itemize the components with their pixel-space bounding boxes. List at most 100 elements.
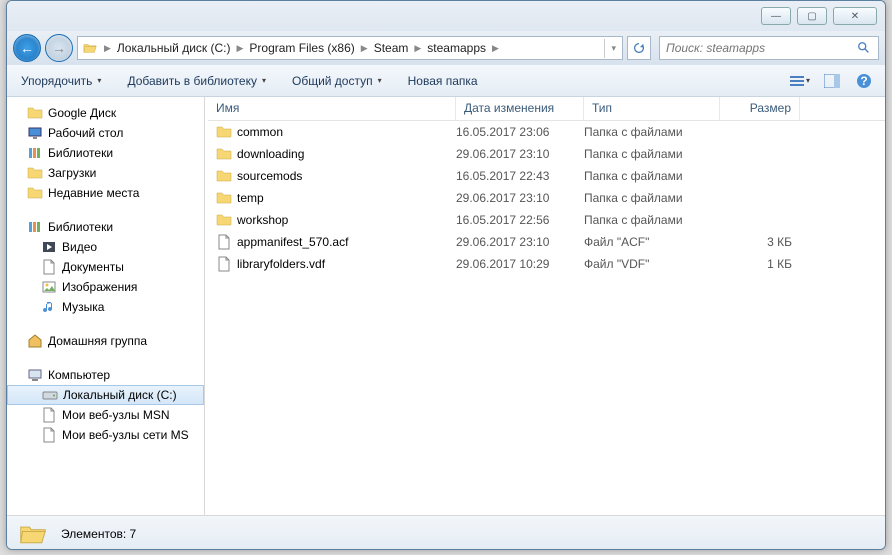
view-button[interactable]	[787, 70, 813, 92]
nav-libraries-header[interactable]: Библиотеки	[7, 217, 204, 237]
gdrive-icon	[27, 105, 43, 121]
file-name: temp	[237, 191, 264, 205]
history-dropdown[interactable]: ▾	[604, 39, 622, 58]
nav-label: Изображения	[62, 280, 137, 294]
back-button[interactable]: ←	[13, 34, 41, 62]
file-row[interactable]: workshop 16.05.2017 22:56 Папка с файлам…	[208, 209, 885, 231]
help-button[interactable]	[851, 70, 877, 92]
refresh-button[interactable]	[627, 36, 651, 60]
nav-item[interactable]: Изображения	[7, 277, 204, 297]
recent-icon	[27, 185, 43, 201]
file-name: appmanifest_570.acf	[237, 235, 348, 249]
item-count-label: Элементов: 7	[61, 527, 136, 541]
nav-label: Музыка	[62, 300, 104, 314]
minimize-button[interactable]: —	[761, 7, 791, 25]
file-row[interactable]: temp 29.06.2017 23:10 Папка с файлами	[208, 187, 885, 209]
add-to-library-button[interactable]: Добавить в библиотеку	[121, 71, 272, 91]
column-type[interactable]: Тип	[584, 97, 720, 120]
nav-item[interactable]: Мои веб-узлы сети MS	[7, 425, 204, 445]
nav-item[interactable]: Локальный диск (C:)	[7, 385, 204, 405]
folder-icon	[216, 212, 232, 228]
file-type: Папка с файлами	[584, 147, 720, 161]
file-row[interactable]: appmanifest_570.acf 29.06.2017 23:10 Фай…	[208, 231, 885, 253]
new-folder-button[interactable]: Новая папка	[402, 71, 484, 91]
address-bar[interactable]: ▶ Локальный диск (C:) ▶ Program Files (x…	[77, 36, 623, 60]
breadcrumb-item[interactable]: steamapps	[423, 41, 490, 55]
maximize-button[interactable]: ▢	[797, 7, 827, 25]
toolbar: Упорядочить Добавить в библиотеку Общий …	[7, 65, 885, 97]
video-icon	[41, 239, 57, 255]
breadcrumb-item[interactable]: Локальный диск (C:)	[113, 41, 235, 55]
nav-label: Недавние места	[48, 186, 139, 200]
nav-item[interactable]: Музыка	[7, 297, 204, 317]
column-size[interactable]: Размер	[720, 97, 800, 120]
library-icon	[27, 145, 43, 161]
nav-label: Локальный диск (C:)	[63, 388, 177, 402]
nav-item[interactable]: Недавние места	[7, 183, 204, 203]
nav-item[interactable]: Google Диск	[7, 103, 204, 123]
file-row[interactable]: downloading 29.06.2017 23:10 Папка с фай…	[208, 143, 885, 165]
nav-label: Мои веб-узлы сети MS	[62, 428, 189, 442]
file-icon	[216, 234, 232, 250]
nav-label: Загрузки	[48, 166, 96, 180]
nav-homegroup[interactable]: Домашняя группа	[7, 331, 204, 351]
file-type: Папка с файлами	[584, 191, 720, 205]
page-icon	[41, 407, 57, 423]
close-button[interactable]: ✕	[833, 7, 877, 25]
search-input[interactable]	[666, 41, 856, 55]
nav-item[interactable]: Видео	[7, 237, 204, 257]
chevron-right-icon[interactable]: ▶	[234, 43, 245, 54]
nav-item[interactable]: Мои веб-узлы MSN	[7, 405, 204, 425]
nav-item[interactable]: Библиотеки	[7, 143, 204, 163]
file-row[interactable]: common 16.05.2017 23:06 Папка с файлами	[208, 121, 885, 143]
file-date: 16.05.2017 22:43	[456, 169, 584, 183]
file-size: 1 КБ	[720, 257, 800, 271]
column-name[interactable]: Имя	[208, 97, 456, 120]
nav-item[interactable]: Рабочий стол	[7, 123, 204, 143]
file-name: workshop	[237, 213, 288, 227]
forward-button[interactable]: →	[45, 34, 73, 62]
music-icon	[41, 299, 57, 315]
downloads-icon	[27, 165, 43, 181]
nav-label: Домашняя группа	[48, 334, 147, 348]
file-date: 29.06.2017 23:10	[456, 191, 584, 205]
breadcrumb-item[interactable]: Steam	[370, 41, 413, 55]
nav-item[interactable]: Документы	[7, 257, 204, 277]
chevron-right-icon[interactable]: ▶	[359, 43, 370, 54]
image-icon	[41, 279, 57, 295]
breadcrumb-item[interactable]: Program Files (x86)	[245, 41, 358, 55]
column-headers: Имя Дата изменения Тип Размер	[208, 97, 885, 121]
nav-label: Мои веб-узлы MSN	[62, 408, 169, 422]
desktop-icon	[27, 125, 43, 141]
computer-icon	[27, 367, 43, 383]
preview-pane-button[interactable]	[819, 70, 845, 92]
file-type: Папка с файлами	[584, 169, 720, 183]
organize-button[interactable]: Упорядочить	[15, 71, 107, 91]
file-date: 16.05.2017 23:06	[456, 125, 584, 139]
file-row[interactable]: sourcemods 16.05.2017 22:43 Папка с файл…	[208, 165, 885, 187]
folder-icon	[216, 168, 232, 184]
file-list: Имя Дата изменения Тип Размер common 16.…	[208, 97, 885, 515]
search-box[interactable]	[659, 36, 879, 60]
file-row[interactable]: libraryfolders.vdf 29.06.2017 10:29 Файл…	[208, 253, 885, 275]
file-type: Папка с файлами	[584, 213, 720, 227]
doc-icon	[41, 259, 57, 275]
file-date: 29.06.2017 23:10	[456, 147, 584, 161]
explorer-window: — ▢ ✕ ← → ▶ Локальный диск (C:) ▶ Progra…	[6, 0, 886, 550]
nav-label: Библиотеки	[48, 146, 113, 160]
navigation-pane: Google ДискРабочий стол Библиотеки Загрузк…	[7, 97, 205, 515]
nav-item[interactable]: Загрузки	[7, 163, 204, 183]
chevron-right-icon[interactable]: ▶	[412, 43, 423, 54]
file-type: Файл "VDF"	[584, 257, 720, 271]
nav-label: Компьютер	[48, 368, 110, 382]
share-button[interactable]: Общий доступ	[286, 71, 388, 91]
file-type: Папка с файлами	[584, 125, 720, 139]
chevron-right-icon[interactable]: ▶	[102, 43, 113, 54]
folder-icon	[216, 190, 232, 206]
titlebar[interactable]: — ▢ ✕	[7, 1, 885, 31]
folder-icon	[82, 40, 98, 56]
nav-computer[interactable]: Компьютер	[7, 365, 204, 385]
file-icon	[216, 256, 232, 272]
chevron-right-icon[interactable]: ▶	[490, 43, 501, 54]
column-date[interactable]: Дата изменения	[456, 97, 584, 120]
